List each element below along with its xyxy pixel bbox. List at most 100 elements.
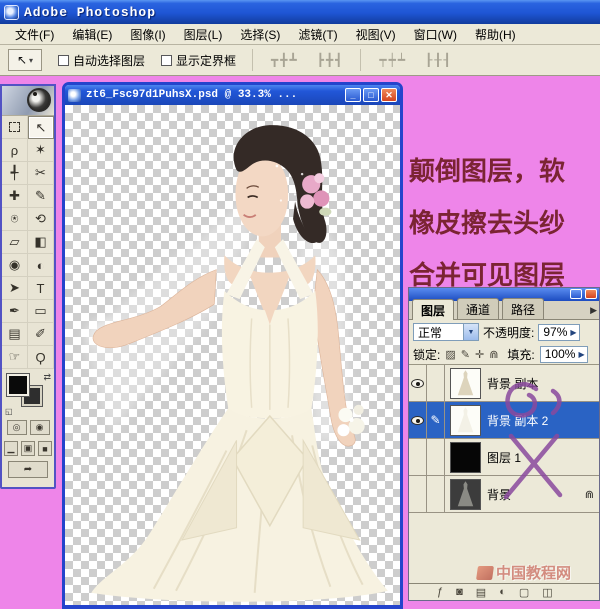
tab-channels[interactable]: 通道	[457, 298, 499, 319]
color-swatches: ⇄ ◱	[2, 371, 54, 417]
menu-filter[interactable]: 滤镜(T)	[289, 24, 346, 45]
layer-thumbnail[interactable]	[450, 442, 481, 473]
menu-window[interactable]: 窗口(W)	[405, 24, 466, 45]
blend-mode-row: 正常 ▼ 不透明度: 97% ▶	[409, 320, 599, 344]
layer-mask-icon[interactable]: ◙	[456, 586, 463, 598]
zoom-tool[interactable]: Ϙ	[28, 346, 54, 369]
blend-mode-select[interactable]: 正常 ▼	[413, 323, 479, 341]
lock-all-icon[interactable]: ⋒	[489, 348, 498, 361]
layer-name[interactable]: 图层 1	[487, 449, 521, 466]
layer-row-background-copy[interactable]: 背景 副本	[409, 365, 599, 402]
new-layer-icon[interactable]: ▢	[519, 586, 529, 599]
crop-tool[interactable]: ╃	[2, 162, 28, 185]
tab-paths[interactable]: 路径	[502, 298, 544, 319]
notes-tool[interactable]: ▤	[2, 323, 28, 346]
fill-arrow-icon[interactable]: ▶	[578, 350, 584, 359]
pen-tool[interactable]: ✒	[2, 300, 28, 323]
opacity-arrow-icon[interactable]: ▶	[570, 328, 576, 337]
move-tool-preset-button[interactable]: ↖ ▾	[8, 49, 42, 71]
blur-tool[interactable]: ◉	[2, 254, 28, 277]
menu-image[interactable]: 图像(I)	[121, 24, 174, 45]
menu-help[interactable]: 帮助(H)	[466, 24, 525, 45]
opacity-label: 不透明度:	[483, 324, 534, 341]
eraser-tool[interactable]: ▱	[2, 231, 28, 254]
lock-image-icon[interactable]: ✎	[461, 348, 470, 361]
palette-menu-icon[interactable]: ▶	[590, 305, 597, 316]
layer-row-layer-1[interactable]: 图层 1	[409, 439, 599, 476]
menu-layer[interactable]: 图层(L)	[175, 24, 232, 45]
visibility-toggle[interactable]	[409, 476, 427, 513]
lock-transparency-icon[interactable]: ▨	[445, 348, 455, 361]
document-maximize-button[interactable]: □	[363, 88, 379, 102]
move-tool[interactable]: ↖	[28, 116, 54, 139]
visibility-toggle[interactable]	[409, 402, 427, 439]
options-separator-2	[360, 49, 361, 71]
layer-row-background[interactable]: 背景 ⋒	[409, 476, 599, 513]
palette-close-button[interactable]	[585, 289, 597, 299]
healing-brush-tool[interactable]: ✚	[2, 185, 28, 208]
adjustment-layer-icon[interactable]: ◐	[499, 586, 506, 598]
layer-name[interactable]: 背景 副本	[487, 375, 538, 392]
eyedropper-tool[interactable]: ✐	[28, 323, 54, 346]
menu-edit[interactable]: 编辑(E)	[63, 24, 121, 45]
full-screen-button[interactable]: ■	[38, 441, 52, 456]
document-close-button[interactable]: ✕	[381, 88, 397, 102]
rectangular-marquee-tool[interactable]	[2, 116, 28, 139]
clone-stamp-tool[interactable]: ⍟	[2, 208, 28, 231]
auto-select-layer-checkbox[interactable]	[58, 55, 69, 66]
tab-layers[interactable]: 图层	[412, 299, 454, 320]
type-tool[interactable]: T	[28, 277, 54, 300]
brush-tool[interactable]: ✎	[28, 185, 54, 208]
full-screen-menubar-button[interactable]: ▣	[21, 441, 35, 456]
layer-style-icon[interactable]: ƒ	[437, 586, 443, 598]
link-cell[interactable]: ✎	[427, 402, 445, 439]
document-titlebar[interactable]: zt6_Fsc97d1PuhsX.psd @ 33.3% ... _ □ ✕	[65, 85, 400, 105]
layer-thumbnail[interactable]	[450, 368, 481, 399]
document-canvas[interactable]	[65, 105, 400, 605]
foreground-color-swatch[interactable]	[7, 374, 29, 396]
dodge-tool[interactable]: ◐	[28, 254, 54, 277]
menu-view[interactable]: 视图(V)	[347, 24, 405, 45]
slice-tool[interactable]: ✂	[28, 162, 54, 185]
layer-name[interactable]: 背景 副本 2	[487, 412, 548, 429]
path-selection-tool[interactable]: ➤	[2, 277, 28, 300]
show-bounding-box-option[interactable]: 显示定界框	[161, 52, 236, 69]
link-cell[interactable]	[427, 365, 445, 402]
menu-select[interactable]: 选择(S)	[231, 24, 289, 45]
options-separator	[252, 49, 253, 71]
visibility-toggle[interactable]	[409, 439, 427, 476]
delete-layer-icon[interactable]: ◫	[542, 586, 552, 599]
auto-select-layer-option[interactable]: 自动选择图层	[58, 52, 145, 69]
layer-name[interactable]: 背景	[487, 486, 511, 503]
show-bounding-box-checkbox[interactable]	[161, 55, 172, 66]
fill-field[interactable]: 100% ▶	[540, 346, 588, 363]
layer-thumbnail[interactable]	[450, 405, 481, 436]
jump-to-imageready-button[interactable]: ➦	[8, 461, 48, 478]
gradient-tool[interactable]: ◧	[28, 231, 54, 254]
quick-mask-mode-button[interactable]: ◉	[30, 420, 50, 435]
hand-icon: ☞	[9, 349, 21, 365]
magic-wand-tool[interactable]: ✶	[28, 139, 54, 162]
standard-screen-mode-button[interactable]: ▁	[4, 441, 18, 456]
eyedropper-icon: ✐	[35, 326, 46, 342]
toolbox-logo	[2, 86, 54, 116]
menu-file[interactable]: 文件(F)	[6, 24, 63, 45]
standard-mode-button[interactable]: ◎	[7, 420, 27, 435]
shape-tool[interactable]: ▭	[28, 300, 54, 323]
hand-tool[interactable]: ☞	[2, 346, 28, 369]
visibility-toggle[interactable]	[409, 365, 427, 402]
default-colors-icon[interactable]: ◱	[5, 407, 13, 416]
palette-minimize-button[interactable]	[570, 289, 582, 299]
layer-set-icon[interactable]: ▤	[476, 586, 486, 599]
layer-thumbnail[interactable]	[450, 479, 481, 510]
layer-row-background-copy-2[interactable]: ✎ 背景 副本 2	[409, 402, 599, 439]
history-brush-tool[interactable]: ⟲	[28, 208, 54, 231]
align-icons-1: ┳╋┻	[271, 53, 299, 67]
lock-position-icon[interactable]: ✛	[475, 348, 484, 361]
document-minimize-button[interactable]: _	[345, 88, 361, 102]
lasso-tool[interactable]: ρ	[2, 139, 28, 162]
swap-colors-icon[interactable]: ⇄	[43, 372, 51, 383]
link-cell[interactable]	[427, 439, 445, 476]
opacity-field[interactable]: 97% ▶	[538, 324, 579, 341]
link-cell[interactable]	[427, 476, 445, 513]
